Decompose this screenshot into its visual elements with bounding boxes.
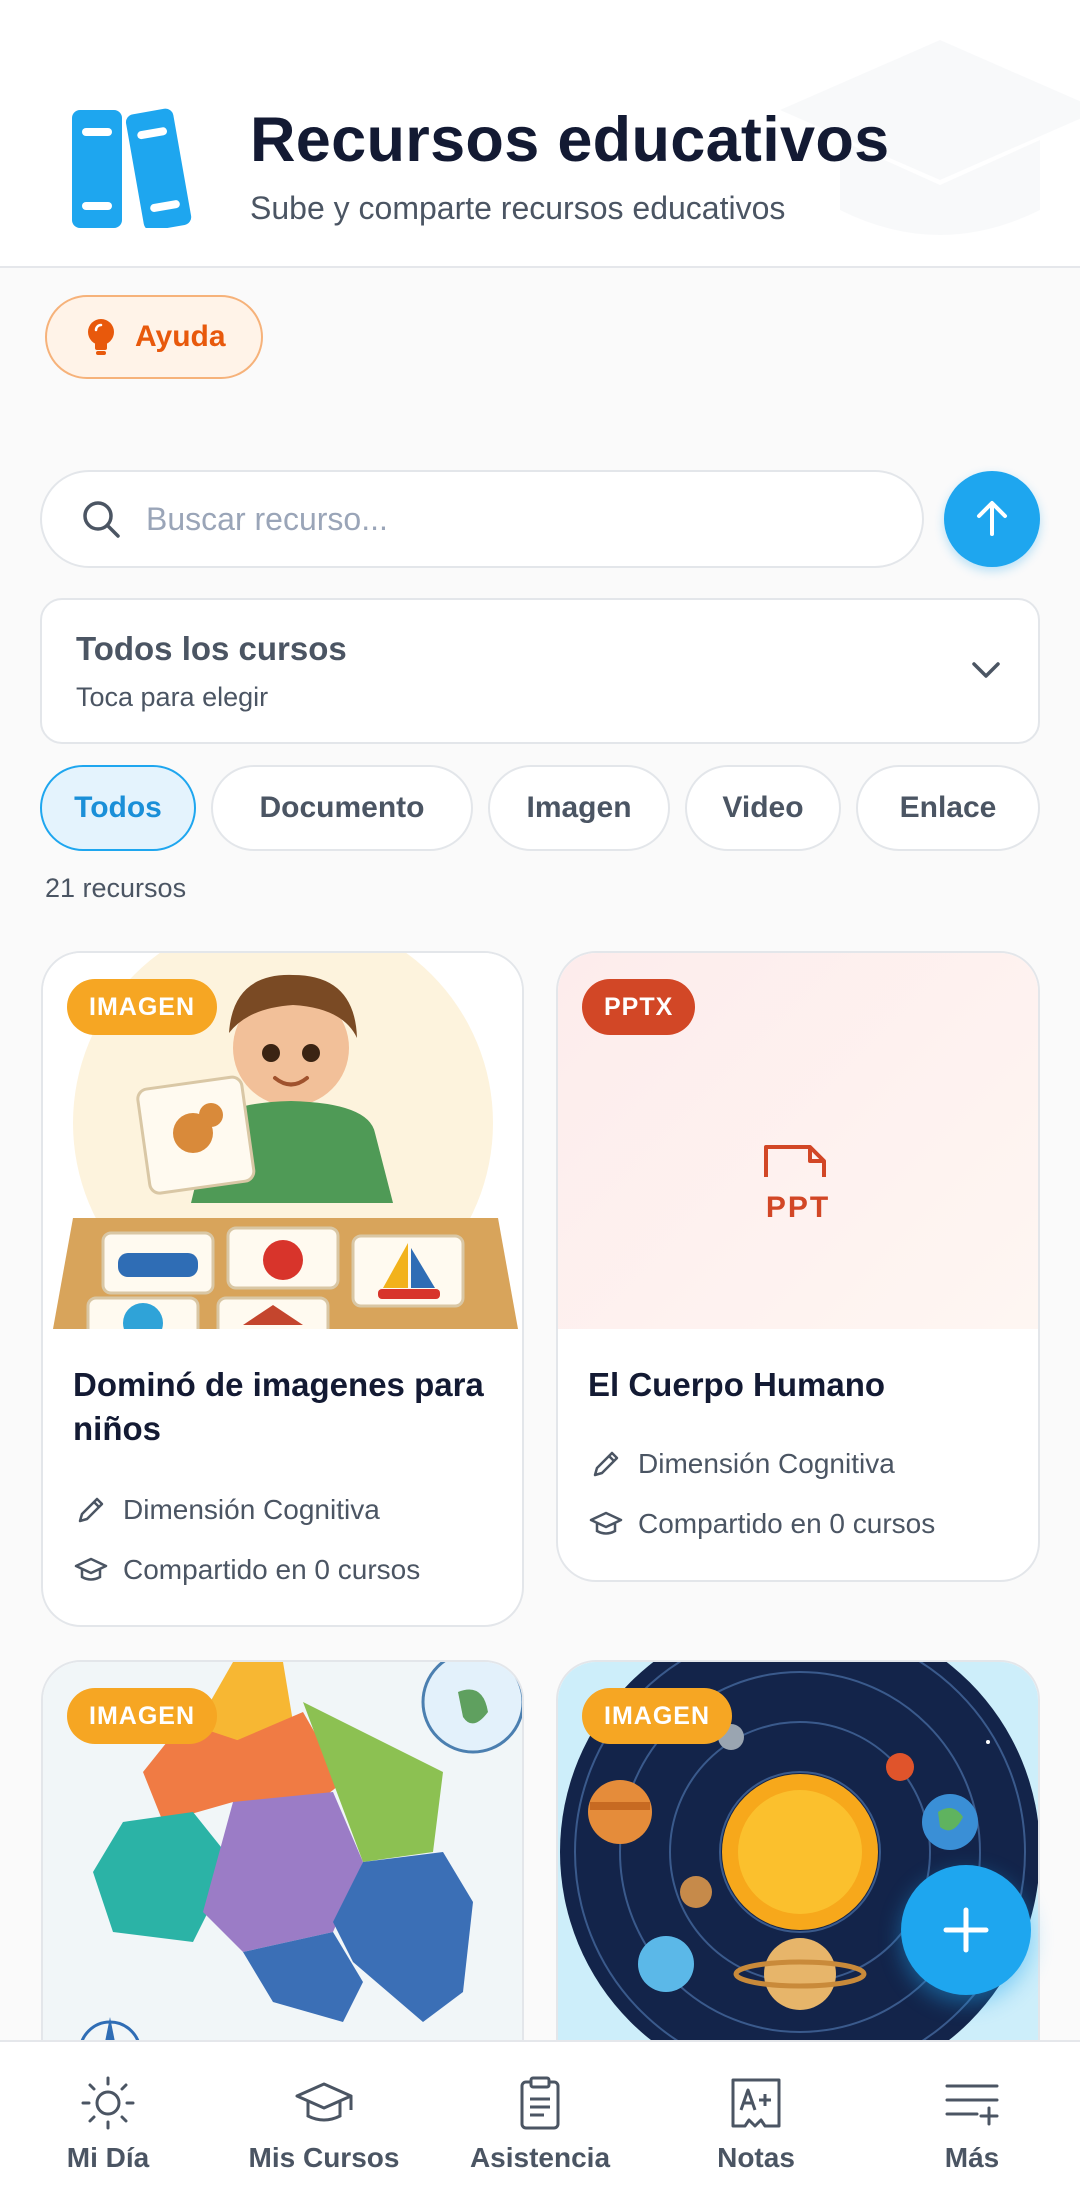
chip-enlace[interactable]: Enlace (856, 765, 1040, 851)
dimension-label: Dimensión Cognitiva (123, 1494, 380, 1525)
nav-mas[interactable]: Más (864, 2042, 1080, 2211)
resource-type-badge: IMAGEN (582, 1688, 732, 1744)
course-selector-hint: Toca para elegir (76, 682, 269, 712)
nav-label: Asistencia (469, 2142, 611, 2173)
course-selector-title: Todos los cursos (76, 630, 347, 667)
resource-card[interactable]: PPT PPTX El Cuerpo Humano Dimensión Cogn… (556, 951, 1040, 1582)
nav-notas[interactable]: Notas (648, 2042, 864, 2211)
nav-mi-dia[interactable]: Mi Día (0, 2042, 216, 2211)
page-title: Recursos educativos (250, 105, 890, 175)
grade-a-plus-icon (731, 2078, 781, 2128)
nav-asistencia[interactable]: Asistencia (432, 2042, 648, 2211)
dimension-label: Dimensión Cognitiva (638, 1448, 895, 1479)
app-header: Recursos educativos Sube y comparte recu… (0, 0, 1080, 268)
chip-todos[interactable]: Todos (40, 765, 196, 851)
resource-dimension: Dimensión Cognitiva (73, 1492, 380, 1528)
chip-documento[interactable]: Documento (211, 765, 473, 851)
plus-icon (943, 1907, 989, 1953)
pencil-icon (593, 1451, 619, 1477)
resource-count: 21 recursos (45, 873, 187, 903)
help-button[interactable]: Ayuda (45, 295, 263, 379)
chevron-down-icon (972, 662, 1000, 678)
course-selector[interactable]: Todos los cursos Toca para elegir (40, 598, 1040, 744)
resource-type-badge: IMAGEN (67, 1688, 217, 1744)
nav-label: Notas (717, 2142, 795, 2173)
resource-shared: Compartido en 0 cursos (588, 1506, 935, 1542)
nav-label: Más (944, 2142, 1000, 2173)
bottom-navigation: Mi Día Mis Cursos Asistencia Notas Más (0, 2040, 1080, 2211)
resource-thumbnail: PPT PPTX (558, 953, 1038, 1329)
shared-label: Compartido en 0 cursos (638, 1508, 936, 1539)
resources-screen: Recursos educativos Sube y comparte recu… (0, 0, 1080, 2211)
chip-imagen[interactable]: Imagen (488, 765, 670, 851)
graduation-cap-icon (74, 1557, 108, 1581)
nav-label: Mis Cursos (248, 2142, 400, 2173)
search-input[interactable] (146, 500, 906, 538)
resource-type-badge: IMAGEN (67, 979, 217, 1035)
search-icon (83, 501, 120, 538)
resource-title: El Cuerpo Humano (588, 1366, 886, 1403)
arrow-up-icon (977, 501, 1007, 536)
shared-label: Compartido en 0 cursos (123, 1554, 421, 1585)
graduation-cap-icon (589, 1511, 623, 1535)
help-label: Ayuda (135, 320, 226, 353)
resource-dimension: Dimensión Cognitiva (588, 1446, 895, 1482)
books-icon (72, 108, 192, 228)
clipboard-icon (520, 2076, 560, 2130)
nav-label: Mi Día (66, 2142, 150, 2173)
sun-icon (81, 2076, 135, 2130)
page-subtitle: Sube y comparte recursos educativos (250, 190, 786, 226)
resource-shared: Compartido en 0 cursos (73, 1552, 420, 1588)
graduation-cap-icon (295, 2082, 353, 2122)
resource-thumbnail: IMAGEN (43, 953, 522, 1329)
ppt-file-icon: PPT (764, 1145, 830, 1223)
menu-plus-icon (945, 2084, 999, 2126)
resource-type-badge: PPTX (582, 979, 696, 1035)
resource-title: Dominó de imagenes para niños (73, 1366, 484, 1447)
upload-button[interactable] (944, 471, 1040, 567)
lightbulb-icon (88, 319, 114, 355)
add-resource-button[interactable] (901, 1865, 1031, 1995)
chip-video[interactable]: Video (685, 765, 841, 851)
ppt-file-label: PPT (766, 1191, 830, 1223)
nav-mis-cursos[interactable]: Mis Cursos (216, 2042, 432, 2211)
search-bar[interactable] (40, 470, 924, 568)
pencil-icon (78, 1497, 104, 1523)
resource-card[interactable]: IMAGEN Dominó de imagenes para niños Dim… (41, 951, 524, 1627)
